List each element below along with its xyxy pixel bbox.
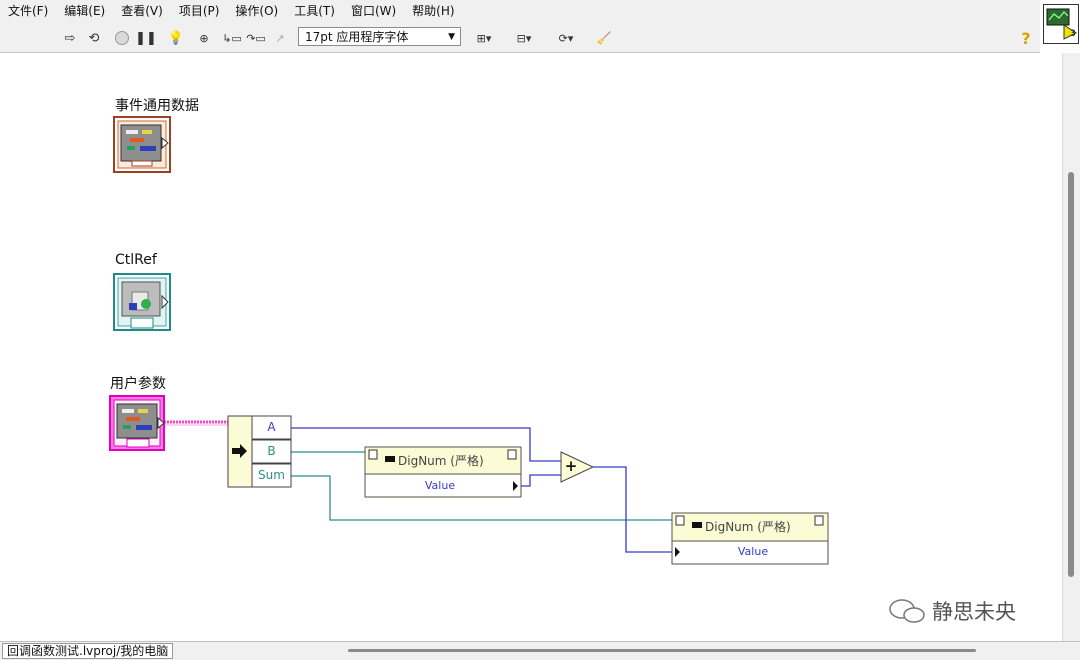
label-event-data: 事件通用数据 [115,98,199,114]
vi-icon-badge: 3 [1070,29,1076,39]
chat-bubble-icon [889,599,925,623]
vertical-scroll-thumb[interactable] [1068,172,1074,577]
event-data-terminal[interactable] [113,116,171,173]
property-node-1-value[interactable]: Value [366,479,514,492]
watermark-text: 静思未央 [932,600,1016,624]
property-node-1-title: DigNum (严格) [398,454,484,468]
wire-dignum-out[interactable] [521,474,563,487]
unbundle-field-sum[interactable]: Sum [252,468,291,482]
wire-add-out[interactable] [593,466,672,553]
unbundle-field-a[interactable]: A [252,420,291,434]
label-user-param: 用户参数 [110,376,166,392]
watermark: 静思未央 [888,596,1016,626]
user-param-terminal[interactable] [109,395,165,451]
property-node-2-value[interactable]: Value [680,545,826,558]
project-path: 回调函数测试.lvproj/我的电脑 [2,643,174,659]
ctlref-terminal[interactable] [113,273,171,331]
unbundle-field-b[interactable]: B [252,444,291,458]
cluster-wire[interactable] [164,420,228,426]
add-glyph: + [564,457,578,475]
property-node-2-title: DigNum (严格) [705,520,791,534]
horizontal-scroll-thumb[interactable] [348,649,976,652]
label-ctlref: CtlRef [115,252,157,268]
